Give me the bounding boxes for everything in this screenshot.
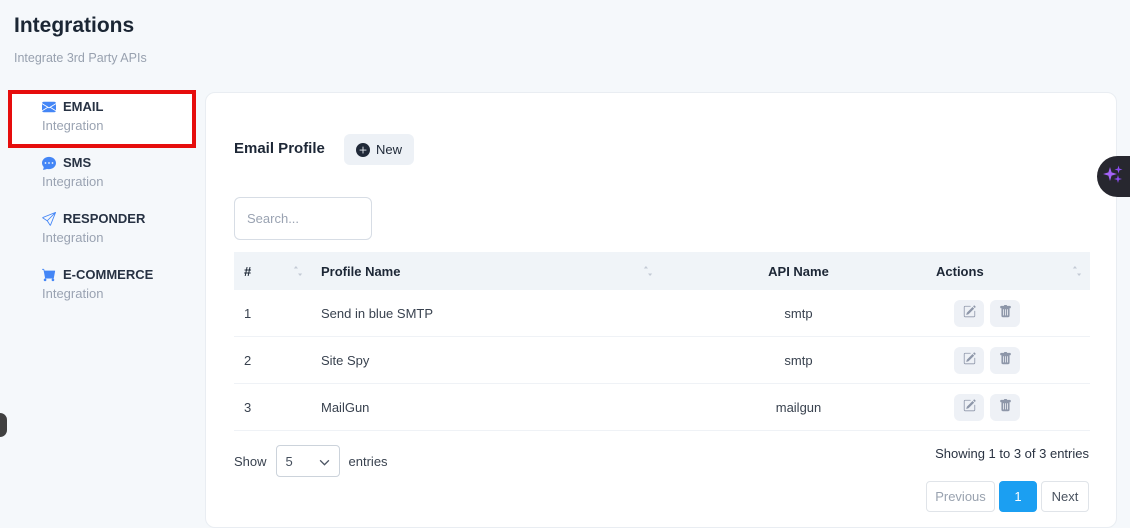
panel-heading: Email Profile	[234, 140, 325, 157]
row-actions	[936, 300, 1090, 327]
column-header-profile-name[interactable]: Profile Name	[311, 252, 661, 290]
table-header-row: # Profile Name API Name Actions	[234, 252, 1090, 290]
new-profile-button[interactable]: New	[344, 134, 414, 165]
paper-plane-icon	[42, 212, 56, 226]
page-size-select[interactable]: 5	[276, 445, 340, 477]
pagination: Previous 1 Next	[926, 481, 1089, 512]
left-drawer-handle[interactable]	[0, 413, 7, 437]
sidebar-item-ecommerce-sublabel: Integration	[42, 286, 197, 301]
edit-button[interactable]	[954, 300, 984, 327]
trash-icon	[999, 305, 1012, 321]
row-profile-name: MailGun	[311, 400, 661, 415]
plus-circle-icon	[356, 143, 370, 157]
table-row: 2 Site Spy smtp	[234, 337, 1090, 384]
edit-button[interactable]	[954, 347, 984, 374]
delete-button[interactable]	[990, 347, 1020, 374]
search-input[interactable]	[234, 197, 372, 240]
row-profile-name: Send in blue SMTP	[311, 306, 661, 321]
email-profile-card: Email Profile New # Profile Name API	[205, 92, 1117, 528]
sidebar-item-responder-label: RESPONDER	[42, 211, 197, 226]
envelope-icon	[42, 100, 56, 114]
show-label: Show	[234, 454, 267, 469]
sort-icon	[293, 265, 303, 277]
sidebar-item-responder[interactable]: RESPONDER Integration	[42, 211, 197, 245]
row-profile-name: Site Spy	[311, 353, 661, 368]
table-row: 1 Send in blue SMTP smtp	[234, 290, 1090, 337]
row-actions	[936, 394, 1090, 421]
page-size-value: 5	[286, 454, 293, 469]
chevron-down-icon	[319, 454, 330, 469]
row-number: 2	[234, 353, 311, 368]
sparkles-icon	[1103, 162, 1125, 191]
edit-icon	[963, 399, 976, 415]
sidebar-item-ecommerce[interactable]: E-COMMERCE Integration	[42, 267, 197, 301]
previous-page-button[interactable]: Previous	[926, 481, 995, 512]
column-header-api-name: API Name	[661, 252, 936, 290]
sidebar-item-email-sublabel: Integration	[42, 118, 197, 133]
next-page-button[interactable]: Next	[1041, 481, 1089, 512]
table-info-text: Showing 1 to 3 of 3 entries	[935, 446, 1089, 461]
edit-icon	[963, 352, 976, 368]
sort-icon	[643, 265, 653, 277]
trash-icon	[999, 352, 1012, 368]
delete-button[interactable]	[990, 394, 1020, 421]
integrations-sidebar: EMAIL Integration SMS Integration RESPON…	[0, 88, 205, 528]
sidebar-item-email[interactable]: EMAIL Integration	[42, 99, 197, 133]
sidebar-item-sms[interactable]: SMS Integration	[42, 155, 197, 189]
page-subtitle: Integrate 3rd Party APIs	[14, 51, 147, 65]
entries-label: entries	[349, 454, 388, 469]
sort-icon	[1072, 265, 1082, 277]
ai-assistant-button[interactable]	[1097, 156, 1130, 197]
cart-icon	[42, 268, 56, 282]
current-page-button[interactable]: 1	[999, 481, 1037, 512]
sidebar-item-ecommerce-label: E-COMMERCE	[42, 267, 197, 282]
row-api-name: mailgun	[661, 400, 936, 415]
sidebar-item-sms-sublabel: Integration	[42, 174, 197, 189]
edit-button[interactable]	[954, 394, 984, 421]
column-header-number[interactable]: #	[234, 252, 311, 290]
row-actions	[936, 347, 1090, 374]
chat-sms-icon	[42, 156, 56, 170]
delete-button[interactable]	[990, 300, 1020, 327]
row-api-name: smtp	[661, 306, 936, 321]
column-header-actions[interactable]: Actions	[936, 252, 1090, 290]
sidebar-item-email-label: EMAIL	[42, 99, 197, 114]
new-button-label: New	[376, 142, 402, 157]
edit-icon	[963, 305, 976, 321]
page-size-control: Show 5 entries	[234, 445, 388, 477]
row-number: 1	[234, 306, 311, 321]
row-number: 3	[234, 400, 311, 415]
table-row: 3 MailGun mailgun	[234, 384, 1090, 431]
sidebar-item-responder-sublabel: Integration	[42, 230, 197, 245]
page-title: Integrations	[14, 14, 134, 38]
row-api-name: smtp	[661, 353, 936, 368]
trash-icon	[999, 399, 1012, 415]
sidebar-item-sms-label: SMS	[42, 155, 197, 170]
email-profiles-table: # Profile Name API Name Actions	[234, 252, 1090, 431]
